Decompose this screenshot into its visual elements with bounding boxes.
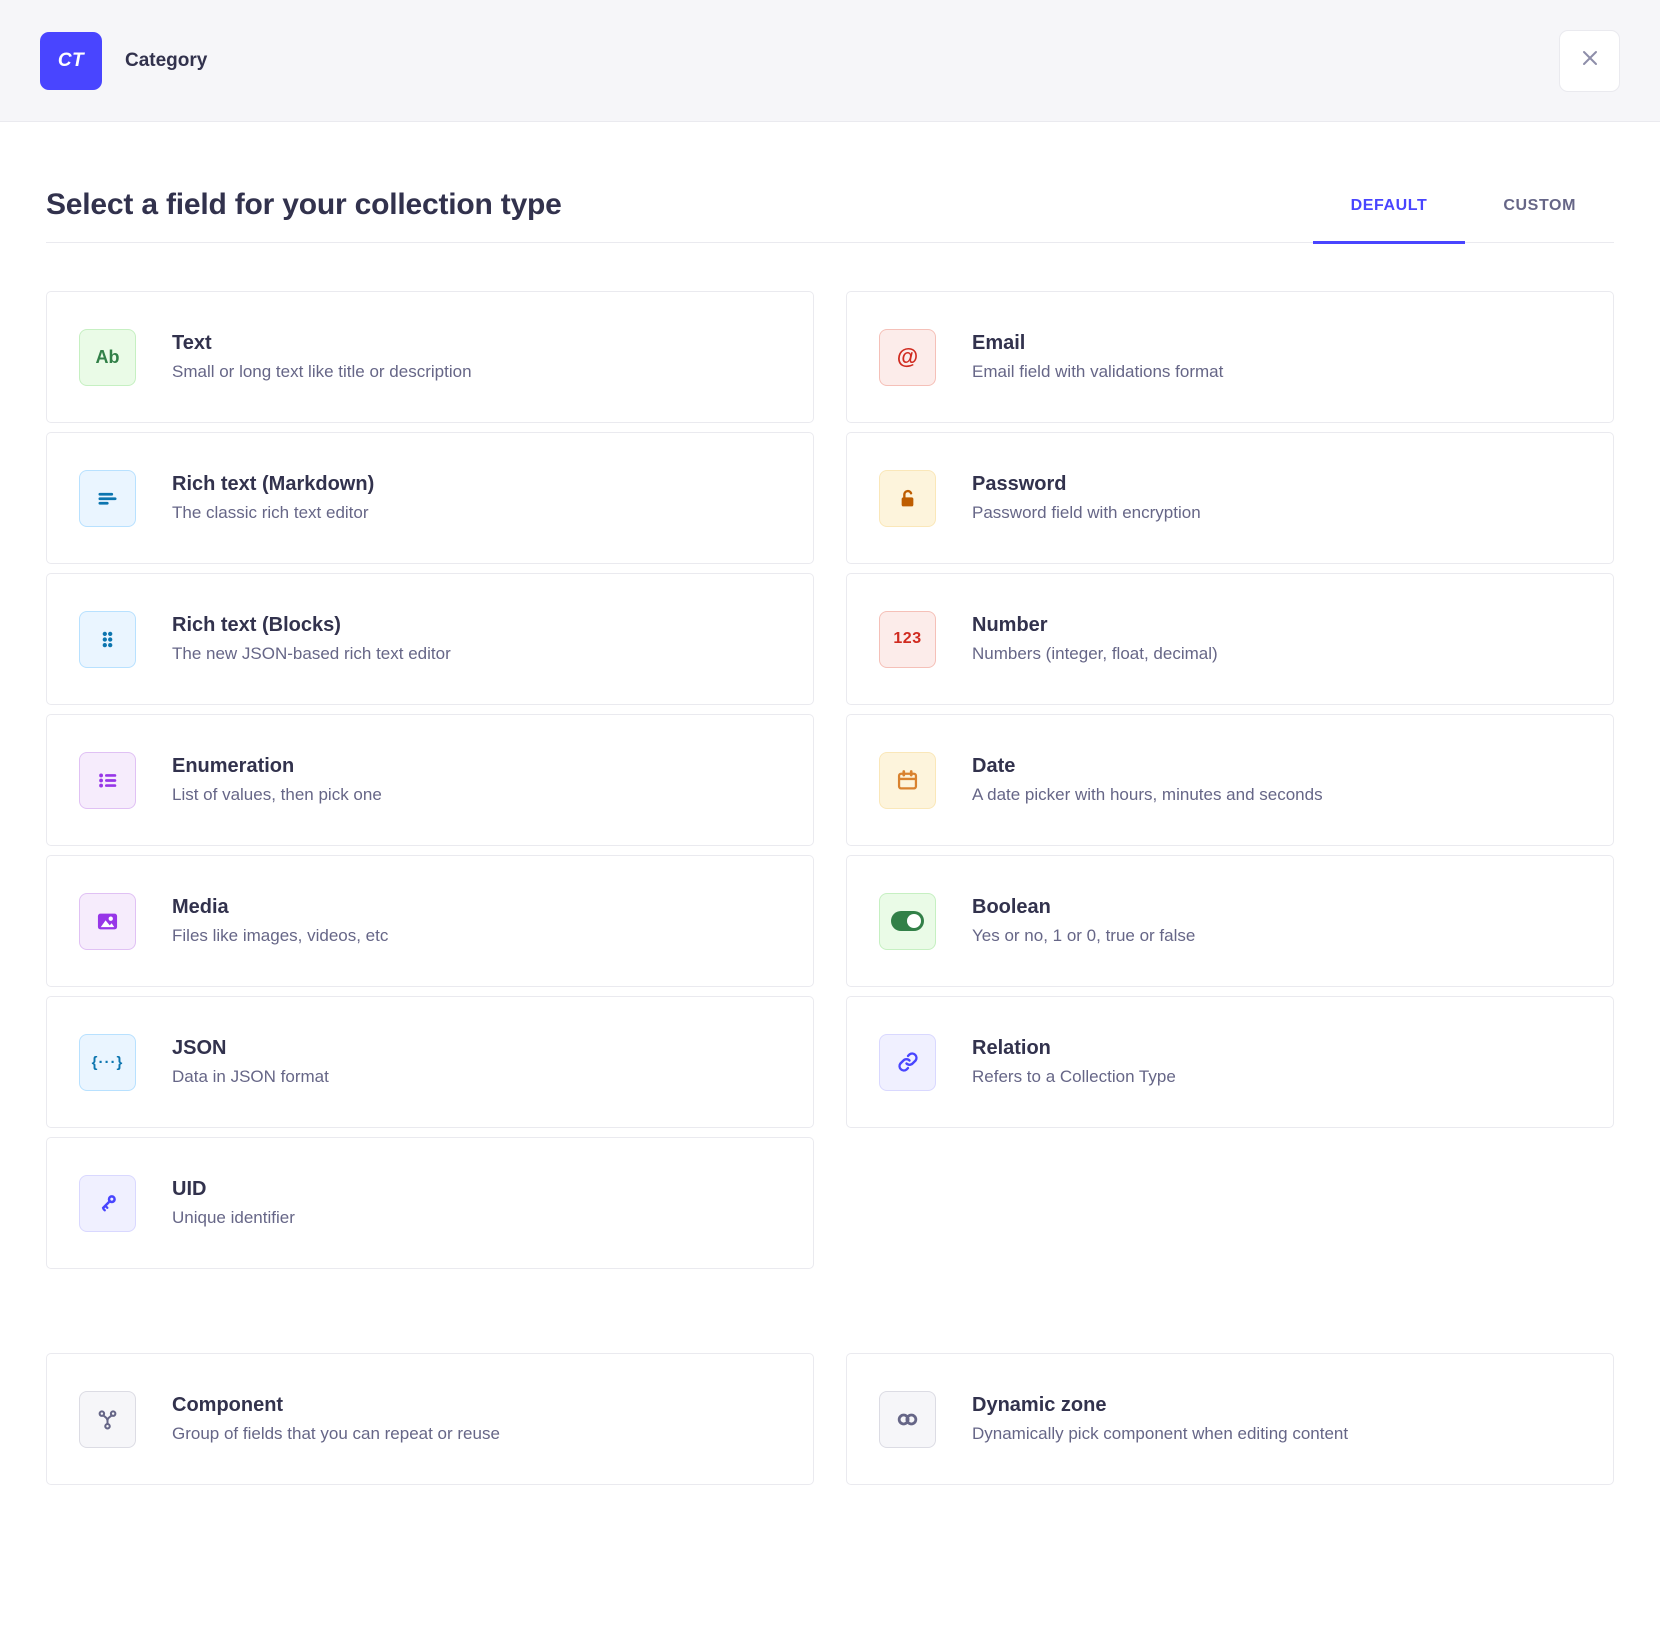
title-row: Select a field for your collection type … bbox=[46, 188, 1614, 243]
field-card-title: Enumeration bbox=[172, 755, 382, 778]
field-card-description: Small or long text like title or descrip… bbox=[172, 362, 472, 382]
advanced-field-grid: Component Group of fields that you can r… bbox=[46, 1353, 1614, 1485]
collection-type-badge-label: CT bbox=[58, 50, 84, 72]
close-button[interactable] bbox=[1559, 30, 1620, 92]
field-card-description: A date picker with hours, minutes and se… bbox=[972, 785, 1323, 805]
relation-link-icon bbox=[879, 1034, 936, 1091]
modal-header: CT Category bbox=[0, 0, 1660, 122]
field-card-email[interactable]: @ Email Email field with validations for… bbox=[846, 291, 1614, 423]
field-grid-left-column: Ab Text Small or long text like title or… bbox=[46, 291, 814, 1269]
field-card-dynamic-zone[interactable]: Dynamic zone Dynamically pick component … bbox=[846, 1353, 1614, 1485]
component-branch-icon bbox=[79, 1391, 136, 1448]
ab-glyph: Ab bbox=[96, 347, 120, 368]
field-card-description: The new JSON-based rich text editor bbox=[172, 644, 451, 664]
field-card-description: Files like images, videos, etc bbox=[172, 926, 388, 946]
field-card-media[interactable]: Media Files like images, videos, etc bbox=[46, 855, 814, 987]
field-card-description: The classic rich text editor bbox=[172, 503, 374, 523]
dynamic-zone-infinity-icon bbox=[879, 1391, 936, 1448]
calendar-icon bbox=[879, 752, 936, 809]
field-card-title: Date bbox=[972, 755, 1323, 778]
braces-glyph: {···} bbox=[92, 1054, 124, 1071]
toggle-on-glyph bbox=[891, 911, 924, 931]
field-card-enumeration[interactable]: Enumeration List of values, then pick on… bbox=[46, 714, 814, 846]
field-card-title: Relation bbox=[972, 1037, 1176, 1060]
number-123-icon: 123 bbox=[879, 611, 936, 668]
field-card-title: Rich text (Blocks) bbox=[172, 614, 451, 637]
field-card-richtext-markdown[interactable]: Rich text (Markdown) The classic rich te… bbox=[46, 432, 814, 564]
field-card-description: Password field with encryption bbox=[972, 503, 1201, 523]
field-card-title: UID bbox=[172, 1178, 295, 1201]
uid-key-icon bbox=[79, 1175, 136, 1232]
markdown-lines-icon bbox=[79, 470, 136, 527]
field-card-title: Email bbox=[972, 332, 1223, 355]
field-card-title: Dynamic zone bbox=[972, 1394, 1348, 1417]
blocks-dots-icon bbox=[79, 611, 136, 668]
field-card-component[interactable]: Component Group of fields that you can r… bbox=[46, 1353, 814, 1485]
boolean-toggle-icon bbox=[879, 893, 936, 950]
collection-type-name: Category bbox=[125, 50, 207, 72]
tab-custom[interactable]: CUSTOM bbox=[1465, 197, 1614, 244]
tab-bar: DEFAULT CUSTOM bbox=[1313, 197, 1614, 242]
field-card-password[interactable]: Password Password field with encryption bbox=[846, 432, 1614, 564]
field-card-title: Password bbox=[972, 473, 1201, 496]
field-card-uid[interactable]: UID Unique identifier bbox=[46, 1137, 814, 1269]
field-card-description: Email field with validations format bbox=[972, 362, 1223, 382]
modal-body: Select a field for your collection type … bbox=[0, 122, 1660, 1485]
tab-default[interactable]: DEFAULT bbox=[1313, 197, 1466, 244]
field-card-json[interactable]: {···} JSON Data in JSON format bbox=[46, 996, 814, 1128]
page-title: Select a field for your collection type bbox=[46, 188, 562, 242]
field-card-title: Text bbox=[172, 332, 472, 355]
field-card-title: Rich text (Markdown) bbox=[172, 473, 374, 496]
field-card-description: Data in JSON format bbox=[172, 1067, 329, 1087]
email-at-icon: @ bbox=[879, 329, 936, 386]
at-glyph: @ bbox=[897, 344, 918, 370]
close-icon bbox=[1578, 46, 1602, 75]
field-card-title: Media bbox=[172, 896, 388, 919]
field-grid-right-column: @ Email Email field with validations for… bbox=[846, 291, 1614, 1128]
field-card-boolean[interactable]: Boolean Yes or no, 1 or 0, true or false bbox=[846, 855, 1614, 987]
json-braces-icon: {···} bbox=[79, 1034, 136, 1091]
field-card-number[interactable]: 123 Number Numbers (integer, float, deci… bbox=[846, 573, 1614, 705]
text-field-icon: Ab bbox=[79, 329, 136, 386]
field-card-date[interactable]: Date A date picker with hours, minutes a… bbox=[846, 714, 1614, 846]
field-card-title: Number bbox=[972, 614, 1218, 637]
field-grid: Ab Text Small or long text like title or… bbox=[46, 291, 1614, 1269]
field-card-description: Dynamically pick component when editing … bbox=[972, 1424, 1348, 1444]
collection-type-badge: CT bbox=[40, 32, 102, 90]
field-card-description: List of values, then pick one bbox=[172, 785, 382, 805]
lock-open-icon bbox=[879, 470, 936, 527]
number-glyph: 123 bbox=[893, 630, 921, 648]
enumeration-list-icon bbox=[79, 752, 136, 809]
field-card-description: Refers to a Collection Type bbox=[972, 1067, 1176, 1087]
media-image-icon bbox=[79, 893, 136, 950]
field-card-description: Group of fields that you can repeat or r… bbox=[172, 1424, 500, 1444]
field-card-title: JSON bbox=[172, 1037, 329, 1060]
field-card-relation[interactable]: Relation Refers to a Collection Type bbox=[846, 996, 1614, 1128]
field-card-description: Yes or no, 1 or 0, true or false bbox=[972, 926, 1195, 946]
field-card-richtext-blocks[interactable]: Rich text (Blocks) The new JSON-based ri… bbox=[46, 573, 814, 705]
field-card-title: Boolean bbox=[972, 896, 1195, 919]
field-card-text[interactable]: Ab Text Small or long text like title or… bbox=[46, 291, 814, 423]
field-card-title: Component bbox=[172, 1394, 500, 1417]
field-card-description: Unique identifier bbox=[172, 1208, 295, 1228]
field-card-description: Numbers (integer, float, decimal) bbox=[972, 644, 1218, 664]
